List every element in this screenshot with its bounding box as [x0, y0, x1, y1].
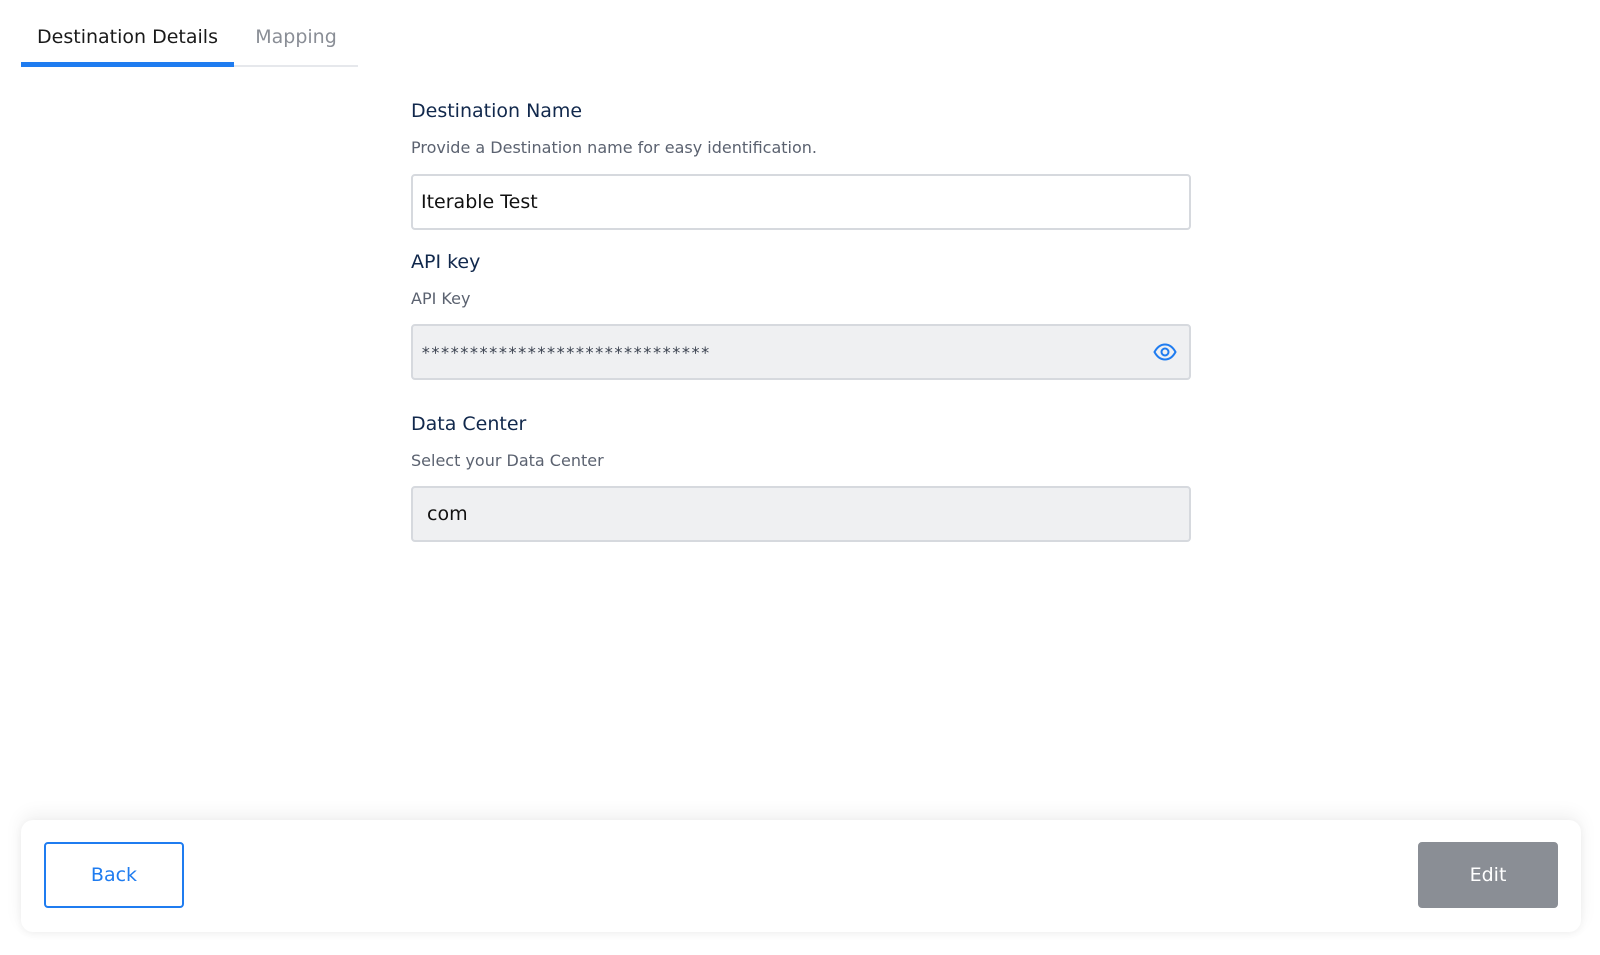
api-key-title: API key: [411, 251, 481, 273]
back-button[interactable]: Back: [44, 842, 184, 908]
data-center-help: Select your Data Center: [411, 451, 604, 470]
tab-destination-details[interactable]: Destination Details: [21, 0, 234, 67]
eye-icon[interactable]: [1153, 340, 1177, 364]
api-key-help: API Key: [411, 289, 471, 308]
tab-mapping[interactable]: Mapping: [234, 0, 358, 67]
api-key-input[interactable]: ******************************: [411, 324, 1191, 380]
destination-name-title: Destination Name: [411, 100, 583, 122]
data-center-select[interactable]: com: [411, 486, 1191, 542]
action-footer: Back Edit: [21, 820, 1581, 932]
tab-bar: Destination Details Mapping: [21, 0, 358, 67]
destination-name-input[interactable]: Iterable Test: [411, 174, 1191, 230]
api-key-masked-value: ******************************: [421, 343, 710, 362]
destination-name-help: Provide a Destination name for easy iden…: [411, 138, 817, 157]
edit-button[interactable]: Edit: [1418, 842, 1558, 908]
data-center-title: Data Center: [411, 413, 527, 435]
